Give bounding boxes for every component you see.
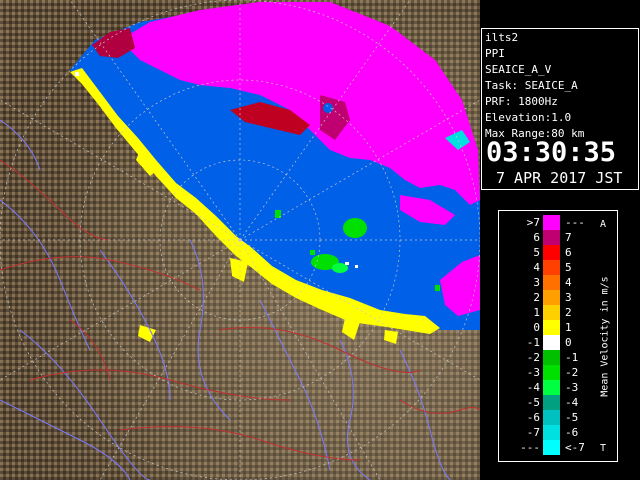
radar-map [0,0,480,480]
prf-value: PRF: 1800Hz [485,95,558,108]
legend-swatch [543,305,560,320]
velocity-legend: >7 --- 6 7 5 6 4 5 3 4 2 3 1 2 0 1 -1 0 -2 -1 -3 -2 -4 -3 -5 -4 -6… [498,210,618,462]
legend-row: 56 [499,245,599,260]
legend-swatch [543,350,560,365]
legend-lower-label: -1 [526,336,540,349]
legend-lower-label: -4 [526,381,540,394]
legend-upper-label: 3 [565,291,572,304]
legend-swatch [543,335,560,350]
legend-upper-label: 0 [565,336,572,349]
legend-end-bottom: T [600,443,607,454]
task-name: Task: SEAICE_A [485,79,578,92]
legend-row: -4 -3 [499,380,599,395]
legend-lower-label: -5 [526,396,540,409]
scan-time: 03:30:35 [486,137,617,168]
legend-upper-label: <-7 [565,441,585,454]
legend-row: 67 [499,230,599,245]
legend-swatch [543,290,560,305]
scan-date: 7 APR 2017 JST [496,169,623,187]
legend-row: >7 --- [499,215,599,230]
legend-lower-label: 6 [533,231,540,244]
legend-swatch [543,260,560,275]
legend-swatch [543,410,560,425]
product-name: SEAICE_A_V [485,63,552,76]
legend-lower-label: 1 [533,306,540,319]
legend-row: -5 -4 [499,395,599,410]
legend-lower-label: >7 [526,216,540,229]
legend-swatch [543,320,560,335]
legend-swatch [543,365,560,380]
legend-axis: A Mean Velocity in m/s T [595,219,615,455]
legend-row: 34 [499,275,599,290]
legend-lower-label: -6 [526,411,540,424]
legend-swatch [543,230,560,245]
legend-lower-label: -2 [526,351,540,364]
legend-lower-label: -3 [526,366,540,379]
legend-swatch [543,380,560,395]
legend-lower-label: -7 [526,426,540,439]
legend-row: 23 [499,290,599,305]
legend-upper-label: 4 [565,276,572,289]
radar-ppi-view[interactable] [0,0,480,480]
legend-upper-label: --- [565,216,585,229]
legend-swatch [543,215,560,230]
legend-upper-label: -5 [565,411,579,424]
legend-lower-label: --- [520,441,540,454]
legend-swatch [543,245,560,260]
legend-upper-label: -6 [565,426,579,439]
legend-swatch [543,275,560,290]
legend-lower-label: 4 [533,261,540,274]
radar-info-panel: ilts2 PPI SEAICE_A_V Task: SEAICE_A PRF:… [481,28,639,190]
legend-upper-label: 7 [565,231,572,244]
legend-upper-label: 5 [565,261,572,274]
legend-row: -7 -6 [499,425,599,440]
legend-upper-label: 1 [565,321,572,334]
legend-row: -3 -2 [499,365,599,380]
radar-display: ilts2 PPI SEAICE_A_V Task: SEAICE_A PRF:… [0,0,640,480]
legend-row: -2 -1 [499,350,599,365]
legend-lower-label: 2 [533,291,540,304]
elevation-value: Elevation:1.0 [485,111,572,124]
legend-upper-label: 6 [565,246,572,259]
legend-upper-label: -1 [565,351,579,364]
legend-upper-label: -4 [565,396,579,409]
legend-upper-label: -3 [565,381,579,394]
legend-row: -6 -5 [499,410,599,425]
legend-swatch [543,395,560,410]
site-name: ilts2 [485,31,519,44]
legend-end-top: A [600,219,607,230]
legend-title: Mean Velocity in m/s [599,276,611,397]
legend-row: 12 [499,305,599,320]
legend-row: -1 0 [499,335,599,350]
legend-swatch [543,440,560,455]
legend-lower-label: 3 [533,276,540,289]
legend-upper-label: 2 [565,306,572,319]
legend-lower-label: 5 [533,246,540,259]
legend-row: 01 [499,320,599,335]
legend-upper-label: -2 [565,366,579,379]
legend-swatch [543,425,560,440]
legend-lower-label: 0 [533,321,540,334]
scan-mode: PPI [485,47,505,60]
legend-row: --- <-7 [499,440,599,455]
legend-row: 45 [499,260,599,275]
